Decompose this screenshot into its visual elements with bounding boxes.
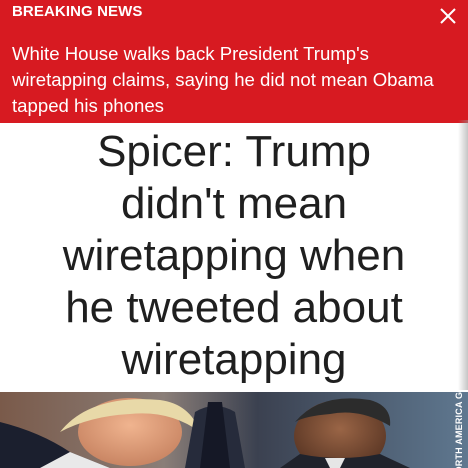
close-icon-glyph (440, 8, 456, 24)
headline-line: wiretapping (121, 335, 347, 384)
headline-line: he tweeted about (65, 283, 403, 332)
headline: Spicer: Trump didn't mean wiretapping wh… (0, 126, 468, 386)
news-photo-image (0, 392, 468, 468)
breaking-news-label: BREAKING NEWS (12, 3, 143, 20)
breaking-news-text: White House walks back President Trump's… (12, 43, 434, 116)
headline-line: didn't mean (120, 179, 348, 228)
headline-line: Spicer: Trump (97, 127, 371, 176)
photo-watermark: NORTH AMERICA GET (452, 392, 466, 468)
headline-line: wiretapping when (62, 231, 406, 280)
photo-watermark-text: NORTH AMERICA GET (454, 392, 464, 468)
breaking-news-banner[interactable]: BREAKING NEWS White House walks back Pre… (0, 0, 468, 123)
close-icon[interactable] (438, 6, 458, 26)
news-photo (0, 392, 468, 468)
